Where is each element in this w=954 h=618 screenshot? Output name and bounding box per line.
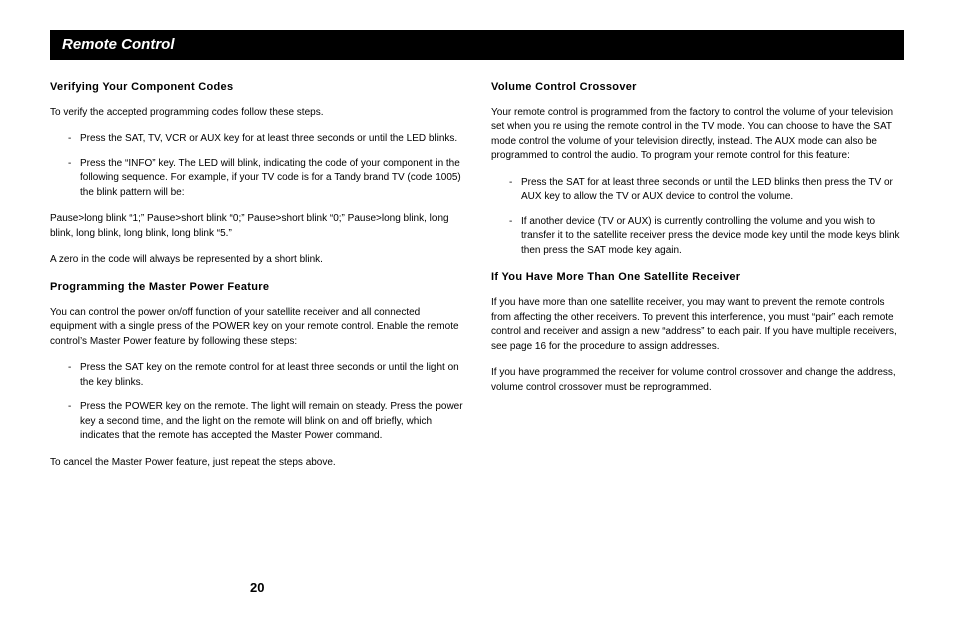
heading-multiple-receivers: If You Have More Than One Satellite Rece…: [491, 270, 904, 286]
para-verify-intro: To verify the accepted programming codes…: [50, 106, 463, 121]
list-text: Press the SAT, TV, VCR or AUX key for at…: [80, 132, 463, 147]
dash-icon: -: [68, 361, 80, 390]
list-volume: - Press the SAT for at least three secon…: [491, 176, 904, 259]
list-item: - Press the POWER key on the remote. The…: [50, 400, 463, 444]
para-master-intro: You can control the power on/off functio…: [50, 306, 463, 350]
dash-icon: -: [509, 176, 521, 205]
list-item: - Press the SAT, TV, VCR or AUX key for …: [50, 132, 463, 147]
para-volume-intro: Your remote control is programmed from t…: [491, 106, 904, 164]
list-item: - Press the SAT key on the remote contro…: [50, 361, 463, 390]
page-number: 20: [250, 579, 264, 598]
para-multi-p2: If you have programmed the receiver for …: [491, 366, 904, 395]
content-columns: Verifying Your Component Codes To verify…: [50, 80, 904, 482]
dash-icon: -: [68, 400, 80, 444]
para-multi-p1: If you have more than one satellite rece…: [491, 296, 904, 354]
list-text: Press the SAT key on the remote control …: [80, 361, 463, 390]
dash-icon: -: [68, 132, 80, 147]
list-master: - Press the SAT key on the remote contro…: [50, 361, 463, 444]
heading-verifying-codes: Verifying Your Component Codes: [50, 80, 463, 96]
list-item: - Press the SAT for at least three secon…: [491, 176, 904, 205]
list-text: If another device (TV or AUX) is current…: [521, 215, 904, 259]
left-column: Verifying Your Component Codes To verify…: [50, 80, 463, 482]
list-item: - Press the “INFO” key. The LED will bli…: [50, 157, 463, 201]
dash-icon: -: [509, 215, 521, 259]
page-title: Remote Control: [62, 36, 175, 53]
list-text: Press the SAT for at least three seconds…: [521, 176, 904, 205]
list-text: Press the POWER key on the remote. The l…: [80, 400, 463, 444]
heading-volume-crossover: Volume Control Crossover: [491, 80, 904, 96]
list-text: Press the “INFO” key. The LED will blink…: [80, 157, 463, 201]
para-blink-pattern: Pause>long blink “1;” Pause>short blink …: [50, 212, 463, 241]
para-zero-note: A zero in the code will always be repres…: [50, 253, 463, 268]
dash-icon: -: [68, 157, 80, 201]
right-column: Volume Control Crossover Your remote con…: [491, 80, 904, 482]
list-verify: - Press the SAT, TV, VCR or AUX key for …: [50, 132, 463, 200]
list-item: - If another device (TV or AUX) is curre…: [491, 215, 904, 259]
page-title-bar: Remote Control: [50, 30, 904, 60]
para-cancel-note: To cancel the Master Power feature, just…: [50, 456, 463, 471]
heading-master-power: Programming the Master Power Feature: [50, 280, 463, 296]
